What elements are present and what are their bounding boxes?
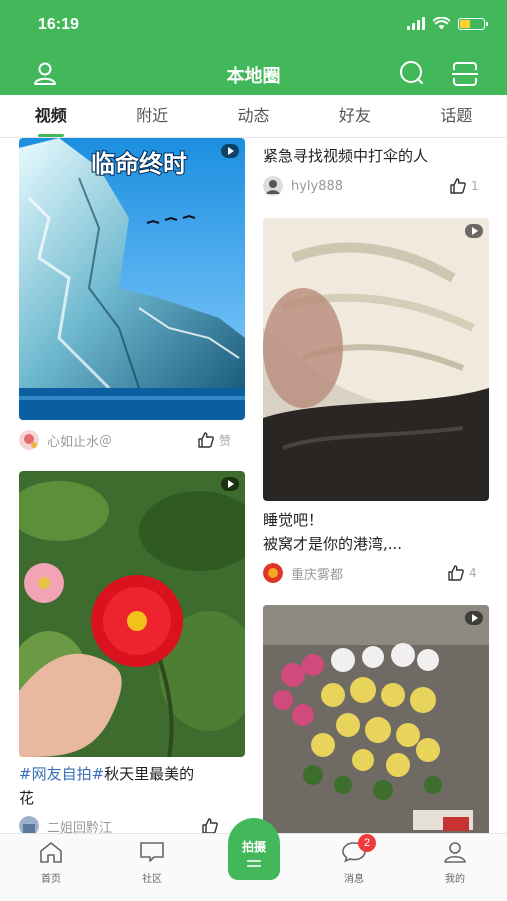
profile-icon	[444, 842, 466, 863]
author-row[interactable]: 心如止水＠	[19, 429, 112, 451]
video-thumbnail[interactable]	[263, 218, 489, 501]
flower-image	[19, 471, 245, 757]
nav-label: 社区	[142, 874, 162, 885]
nav-label: 我的	[445, 874, 465, 885]
nav-profile[interactable]: 我的	[425, 840, 485, 885]
play-icon	[221, 477, 239, 491]
thumbs-up-icon	[198, 432, 214, 448]
shoot-label: 拍摄	[241, 840, 266, 854]
nav-label: 消息	[344, 874, 364, 885]
title-text: 花	[19, 789, 35, 807]
tab-friends[interactable]: 好友	[304, 95, 405, 137]
video-thumbnail[interactable]	[19, 471, 245, 757]
like-button[interactable]: 赞	[197, 431, 231, 449]
author-row[interactable]: hyly888	[263, 175, 343, 197]
tab-bar: 视频 附近 动态 好友 话题	[0, 95, 507, 138]
author-row[interactable]: 二姐回黔江	[19, 815, 112, 833]
avatar[interactable]	[263, 563, 283, 583]
author-name[interactable]: 心如止水＠	[47, 431, 112, 450]
top-bar: 16:19 本地圈	[0, 0, 507, 95]
thumbs-up-icon	[448, 565, 464, 581]
author-name[interactable]: 重庆雾都	[291, 564, 343, 583]
video-title[interactable]: #网友自拍#秋天里最美的 花	[19, 762, 245, 810]
avatar[interactable]	[19, 430, 39, 450]
like-count: 赞	[219, 433, 232, 448]
nav-home[interactable]: 首页	[21, 840, 81, 885]
author-name[interactable]: hyly888	[291, 179, 343, 194]
battery-icon	[458, 17, 488, 30]
thumbs-up-icon	[450, 178, 466, 194]
like-button[interactable]: 1	[449, 177, 479, 195]
wifi-icon	[433, 17, 450, 30]
author-row[interactable]: 重庆雾都	[263, 562, 343, 584]
play-icon	[221, 144, 239, 158]
tab-nearby[interactable]: 附近	[101, 95, 202, 137]
flower-bed-image	[263, 605, 489, 833]
video-title[interactable]: 睡觉吧！ 被窝才是你的港湾,...	[263, 508, 493, 556]
shoot-button[interactable]: 拍摄	[228, 818, 280, 880]
tab-topics[interactable]: 话题	[406, 95, 507, 137]
scan-icon[interactable]	[451, 60, 479, 88]
like-button[interactable]: 4	[447, 564, 477, 582]
play-icon	[465, 611, 483, 625]
like-count: 4	[469, 566, 477, 580]
play-icon	[465, 224, 483, 238]
page-title: 本地圈	[226, 66, 281, 87]
like-button[interactable]	[201, 817, 219, 833]
video-thumbnail[interactable]: 临命终时	[19, 138, 245, 420]
hashtag[interactable]: #网友自拍#	[19, 765, 104, 783]
author-name[interactable]: 二姐回黔江	[47, 817, 112, 834]
unread-badge: 2	[358, 834, 376, 852]
thumbs-up-icon	[202, 818, 218, 833]
title-text: 秋天里最美的	[104, 765, 195, 783]
tab-video[interactable]: 视频	[0, 95, 101, 137]
status-icons	[407, 17, 488, 30]
community-icon	[140, 842, 164, 862]
like-count: 1	[471, 179, 479, 193]
blanket-image	[263, 218, 489, 501]
avatar[interactable]	[263, 176, 283, 196]
status-time: 16:19	[38, 16, 79, 33]
tab-moments[interactable]: 动态	[203, 95, 304, 137]
signal-icon	[407, 17, 425, 30]
nav-community[interactable]: 社区	[122, 840, 182, 885]
video-feed[interactable]: 临命终时 心如止水＠ 赞 #网友自拍#秋天里最美的 花 二姐回黔江 紧急寻找视频…	[0, 138, 507, 833]
nav-label: 首页	[41, 874, 61, 885]
video-thumbnail[interactable]	[263, 605, 489, 833]
bottom-nav: 首页 社区 拍摄 2 消息 我的	[0, 818, 507, 901]
home-icon	[40, 842, 62, 863]
title-text: 睡觉吧！	[263, 511, 324, 529]
iceberg-image: 临命终时	[19, 138, 245, 420]
thumbnail-caption: 临命终时	[91, 150, 187, 178]
nav-messages[interactable]: 2 消息	[324, 834, 384, 885]
title-text: 被窝才是你的港湾,...	[263, 535, 403, 553]
search-icon[interactable]	[398, 60, 426, 86]
shoot-icon	[247, 860, 261, 867]
video-title[interactable]: 紧急寻找视频中打伞的人	[263, 144, 493, 168]
avatar[interactable]	[19, 816, 39, 833]
